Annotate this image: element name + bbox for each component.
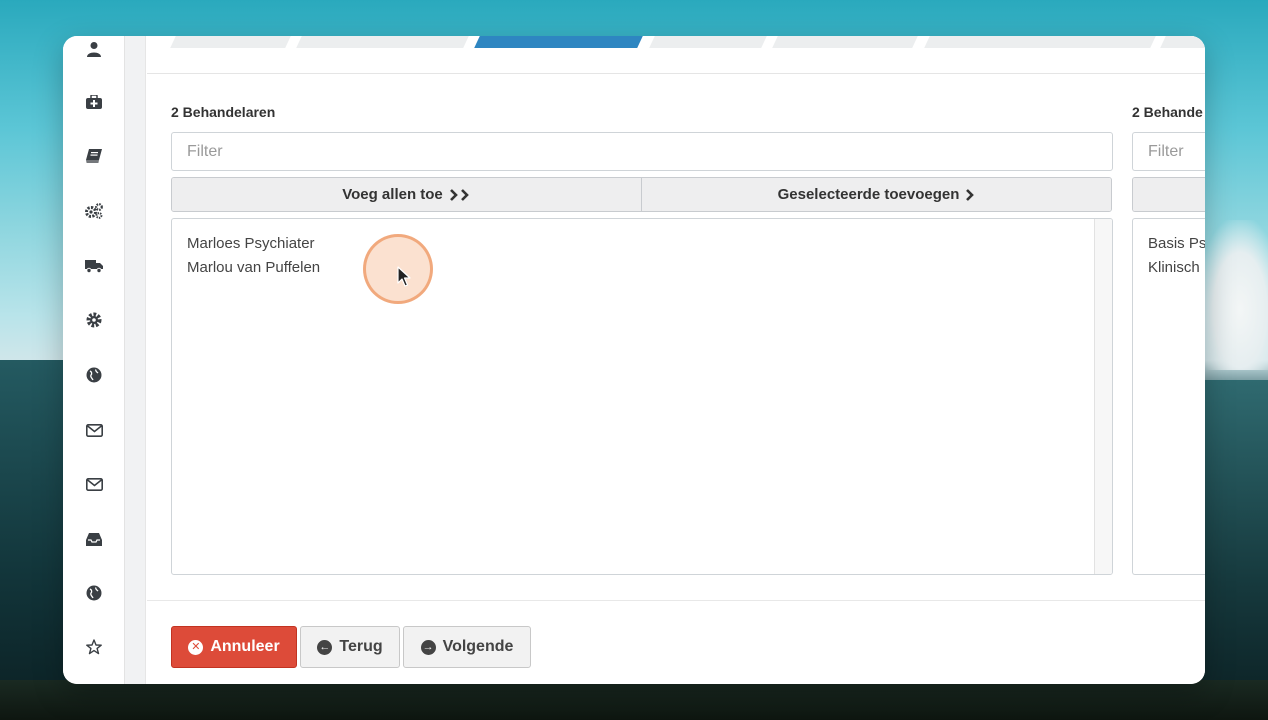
step-6[interactable] [924, 36, 1156, 48]
double-chevron-right-icon [449, 188, 469, 201]
cancel-button[interactable]: ✕ Annuleer [171, 626, 297, 668]
main-content: 2 Behandelaren Voeg allen toe Geselectee… [147, 36, 1205, 684]
sidebar [63, 36, 125, 684]
list-option[interactable]: Klinisch [1148, 259, 1200, 276]
next-label: Volgende [442, 638, 514, 655]
left-listbox[interactable]: Marloes Psychiater Marlou van Puffelen [171, 218, 1113, 575]
move-all-label: Voeg allen toe [342, 186, 443, 203]
move-selected-label: Geselecteerde toevoegen [777, 186, 960, 203]
back-label: Terug [339, 638, 383, 655]
sidebar-globe-icon[interactable] [81, 362, 107, 388]
step-2[interactable] [296, 36, 469, 48]
list-option[interactable]: Marlou van Puffelen [187, 259, 320, 276]
left-listbox-scrollbar[interactable] [1094, 219, 1112, 574]
sidebar-gear-icon[interactable] [81, 307, 107, 333]
step-1[interactable] [170, 36, 291, 48]
step-5[interactable] [772, 36, 918, 48]
sidebar-gutter [125, 36, 146, 684]
sidebar-book-icon[interactable] [81, 143, 107, 169]
sidebar-user-icon[interactable] [81, 36, 107, 62]
arrow-circle-right-icon: → [420, 639, 436, 655]
back-button[interactable]: ← Terug [300, 626, 400, 668]
right-listbox[interactable]: Basis Ps Klinisch [1132, 218, 1205, 575]
mouse-pointer-icon [397, 266, 411, 287]
sidebar-star-icon[interactable] [81, 634, 107, 660]
cancel-label: Annuleer [210, 638, 280, 655]
right-move-buttons [1132, 177, 1205, 212]
sidebar-envelope-icon[interactable] [81, 417, 107, 443]
sidebar-globe-icon-2[interactable] [81, 580, 107, 606]
move-selected-button[interactable]: Geselecteerde toevoegen [642, 178, 1111, 211]
background-cloud [1198, 220, 1268, 370]
background-mountains-left [0, 360, 70, 720]
sidebar-truck-icon[interactable] [81, 253, 107, 279]
right-list-label: 2 Behande [1132, 104, 1203, 120]
sidebar-medkit-icon[interactable] [81, 89, 107, 115]
left-list-label: 2 Behandelaren [171, 104, 276, 120]
wizard-stepper [147, 36, 1205, 74]
sidebar-envelope-icon-2[interactable] [81, 471, 107, 497]
sidebar-cogs-icon[interactable] [81, 198, 107, 224]
next-button[interactable]: → Volgende [403, 626, 531, 668]
step-4[interactable] [649, 36, 767, 48]
left-filter-input[interactable] [171, 132, 1113, 171]
right-filter-input[interactable] [1132, 132, 1205, 171]
chevron-right-icon [966, 188, 975, 201]
times-circle-icon: ✕ [188, 639, 204, 655]
step-7[interactable] [1160, 36, 1205, 48]
left-move-buttons: Voeg allen toe Geselecteerde toevoegen [171, 177, 1112, 212]
arrow-circle-left-icon: ← [317, 639, 333, 655]
move-all-button[interactable]: Voeg allen toe [172, 178, 642, 211]
list-option[interactable]: Basis Ps [1148, 235, 1205, 252]
background-treeline [0, 680, 1268, 720]
background-mountains-right [1198, 380, 1268, 720]
app-window: 2 Behandelaren Voeg allen toe Geselectee… [63, 36, 1205, 684]
step-3-active[interactable] [474, 36, 643, 48]
remove-all-button[interactable] [1133, 178, 1205, 211]
list-option[interactable]: Marloes Psychiater [187, 235, 315, 252]
sidebar-inbox-icon[interactable] [81, 526, 107, 552]
footer-divider [147, 600, 1205, 601]
